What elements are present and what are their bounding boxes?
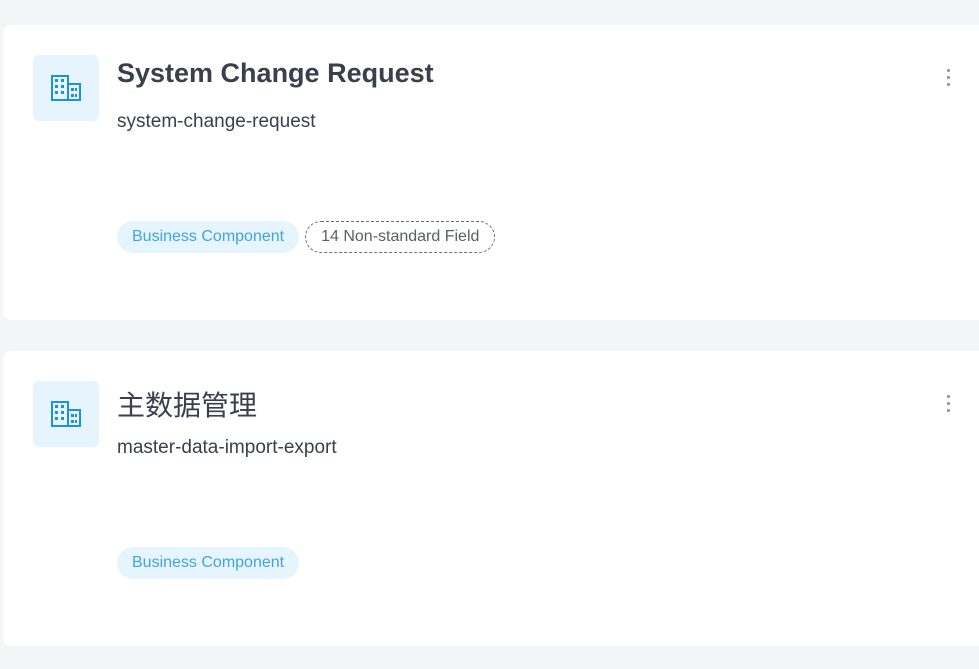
more-dot [946, 75, 950, 79]
card-key: master-data-import-export [117, 437, 337, 458]
more-dot [946, 394, 950, 398]
component-card[interactable]: 主数据管理 master-data-import-export Business… [3, 351, 979, 646]
card-title[interactable]: 主数据管理 [117, 384, 257, 424]
component-card[interactable]: System Change Request system-change-requ… [3, 25, 979, 320]
more-dot [946, 82, 950, 86]
more-dot [946, 68, 950, 72]
tag-list: Business Component 14 Non-standard Field [117, 221, 496, 253]
card-title[interactable]: System Change Request [117, 58, 434, 89]
more-vertical-icon[interactable] [938, 65, 958, 89]
more-dot [946, 401, 950, 405]
more-vertical-icon[interactable] [938, 391, 958, 415]
more-dot [946, 408, 950, 412]
building-icon [33, 381, 99, 447]
business-component-tag: Business Component [117, 221, 300, 253]
card-key: system-change-request [117, 111, 316, 132]
tag-list: Business Component [117, 547, 300, 579]
business-component-tag: Business Component [117, 547, 300, 579]
building-icon [33, 55, 99, 121]
non-standard-field-tag: 14 Non-standard Field [305, 221, 496, 253]
